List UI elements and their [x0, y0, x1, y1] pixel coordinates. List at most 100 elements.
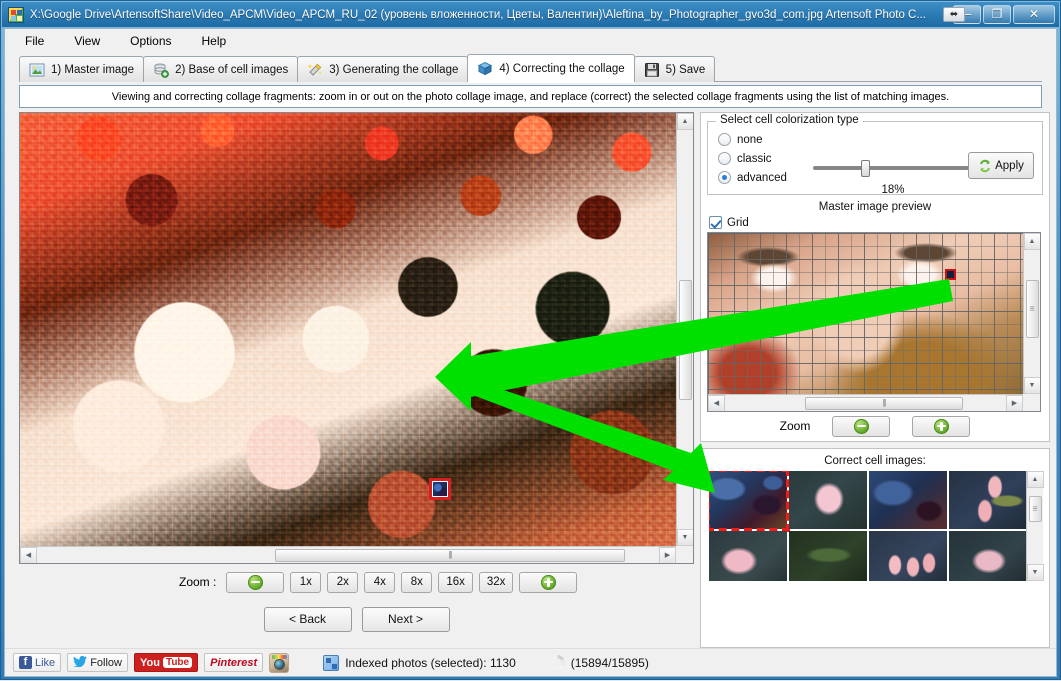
youtube-tube-icon: Tube [162, 657, 193, 668]
preview-zoom-in-button[interactable] [912, 415, 971, 437]
zoom-level-1x[interactable]: 1x [290, 571, 322, 593]
facebook-like-button[interactable]: f Like [13, 653, 62, 672]
radio-label: none [737, 133, 763, 146]
collage-canvas[interactable] [20, 113, 678, 548]
tab-save[interactable]: 5) Save [633, 56, 716, 82]
preview-vscroll-thumb[interactable] [1025, 280, 1039, 338]
collage-hscroll-thumb[interactable] [275, 548, 625, 562]
preview-selected-cell[interactable] [945, 269, 956, 280]
colorization-slider[interactable]: 18% [813, 158, 973, 196]
triangle-right-icon[interactable]: ▶ [659, 546, 676, 563]
radio-icon[interactable] [718, 133, 731, 146]
cell-candidate-6[interactable] [789, 531, 867, 581]
zoom-level-4x[interactable]: 4x [364, 571, 396, 593]
facebook-label: Like [35, 656, 56, 669]
grid-checkbox-row[interactable]: Grid [701, 216, 1049, 229]
preview-panel: Select cell colorization type none class… [700, 112, 1050, 442]
cell-candidate-5[interactable] [709, 531, 787, 581]
preview-hscroll-thumb[interactable] [805, 396, 963, 410]
cell-candidate-3[interactable] [869, 471, 947, 529]
collage-vscroll-thumb[interactable] [678, 280, 692, 400]
master-image-preview[interactable]: ▲ ▼ ◀ ▶ [707, 232, 1041, 412]
selected-collage-cell[interactable] [429, 478, 451, 500]
cell-candidate-2[interactable] [789, 471, 867, 529]
triangle-up-icon[interactable]: ▲ [1026, 471, 1044, 488]
status-bar: f Like Follow You Tube Pinterest Indexed… [5, 648, 1056, 676]
blue-box-icon [477, 61, 493, 77]
maximize-button[interactable]: ❐ [983, 5, 1011, 24]
cell-candidates-grid[interactable] [709, 471, 1026, 581]
zoom-level-16x[interactable]: 16x [438, 571, 473, 593]
triangle-up-icon[interactable]: ▲ [676, 113, 693, 130]
preview-vertical-scrollbar[interactable]: ▲ ▼ [1023, 233, 1040, 394]
triangle-left-icon[interactable]: ◀ [20, 546, 37, 563]
photos-index-icon [323, 654, 340, 671]
instagram-icon[interactable] [269, 652, 290, 673]
radio-icon[interactable] [718, 171, 731, 184]
next-button[interactable]: Next > [361, 606, 450, 632]
triangle-up-icon[interactable]: ▲ [1023, 233, 1040, 250]
zoom-out-circle-icon [853, 418, 869, 434]
youtube-button[interactable]: You Tube [133, 653, 199, 672]
collage-horizontal-scrollbar[interactable]: ◀ ▶ [20, 546, 676, 563]
menu-item-help[interactable]: Help [198, 32, 231, 50]
back-button[interactable]: < Back [263, 606, 352, 632]
menu-item-view[interactable]: View [70, 32, 104, 50]
colorization-group-title: Select cell colorization type [716, 114, 863, 126]
zoom-level-8x[interactable]: 8x [401, 571, 433, 593]
triangle-right-icon[interactable]: ▶ [1006, 394, 1023, 411]
preview-grid-overlay [708, 233, 1025, 396]
triangle-down-icon[interactable]: ▼ [1026, 564, 1044, 581]
apply-button[interactable]: Apply [968, 152, 1034, 179]
client-area: File View Options Help 1) Master image 2… [4, 28, 1057, 677]
slider-track[interactable] [813, 160, 973, 177]
checkbox-icon[interactable] [709, 216, 722, 229]
cells-vertical-scrollbar[interactable]: ▲ ▼ [1026, 471, 1044, 581]
cell-candidate-4[interactable] [949, 471, 1026, 529]
apply-label: Apply [995, 159, 1024, 172]
zoom-level-32x[interactable]: 32x [478, 571, 514, 593]
twitter-bird-icon [73, 655, 87, 669]
triangle-down-icon[interactable]: ▼ [1023, 377, 1040, 394]
title-bar: X:\Google Drive\ArtensoftShare\Video_APC… [2, 2, 1059, 27]
restore-down-button[interactable]: ⬌ [943, 7, 965, 22]
radio-option-none[interactable]: none [718, 130, 1032, 149]
cell-candidate-8[interactable] [949, 531, 1026, 581]
tab-correcting-the-collage[interactable]: 4) Correcting the collage [467, 54, 635, 83]
cell-candidate-1[interactable] [709, 471, 790, 532]
left-column: ▲ ▼ ◀ ▶ [19, 112, 694, 648]
radio-icon[interactable] [718, 152, 731, 165]
tab-label: 1) Master image [51, 63, 135, 76]
body-split: ▲ ▼ ◀ ▶ [5, 108, 1056, 648]
tab-generating-the-collage[interactable]: 3) Generating the collage [297, 56, 469, 82]
preview-horizontal-scrollbar[interactable]: ◀ ▶ [708, 394, 1023, 411]
zoom-out-button[interactable] [226, 571, 285, 593]
menu-item-options[interactable]: Options [126, 32, 175, 50]
tab-master-image[interactable]: 1) Master image [19, 56, 145, 82]
zoom-in-button[interactable] [519, 571, 578, 593]
radio-label: advanced [737, 171, 787, 184]
progress-counter: (15894/15895) [570, 655, 649, 670]
collage-vertical-scrollbar[interactable]: ▲ ▼ [676, 113, 693, 546]
zoom-level-2x[interactable]: 2x [327, 571, 359, 593]
preview-zoom-out-button[interactable] [832, 415, 891, 437]
wizard-navigation: < Back Next > [19, 600, 694, 638]
close-button[interactable]: ✕ [1013, 5, 1055, 24]
cells-vscroll-thumb[interactable] [1028, 496, 1042, 522]
right-column: Select cell colorization type none class… [700, 112, 1050, 648]
twitter-follow-button[interactable]: Follow [67, 653, 128, 672]
slider-value-label: 18% [881, 184, 905, 196]
preview-zoom-row: Zoom [701, 412, 1049, 440]
tab-label: 2) Base of cell images [175, 63, 289, 76]
slider-thumb[interactable] [861, 160, 870, 177]
youtube-you-label: You [139, 656, 160, 669]
tab-base-of-cell-images[interactable]: 2) Base of cell images [143, 56, 299, 82]
collage-viewer[interactable]: ▲ ▼ ◀ ▶ [19, 112, 694, 564]
cell-candidates-area: ▲ ▼ [709, 471, 1044, 581]
triangle-left-icon[interactable]: ◀ [708, 394, 725, 411]
facebook-icon: f [19, 656, 32, 669]
cell-candidate-7[interactable] [869, 531, 947, 581]
menu-item-file[interactable]: File [21, 32, 48, 50]
pinterest-button[interactable]: Pinterest [204, 653, 264, 672]
triangle-down-icon[interactable]: ▼ [676, 529, 693, 546]
